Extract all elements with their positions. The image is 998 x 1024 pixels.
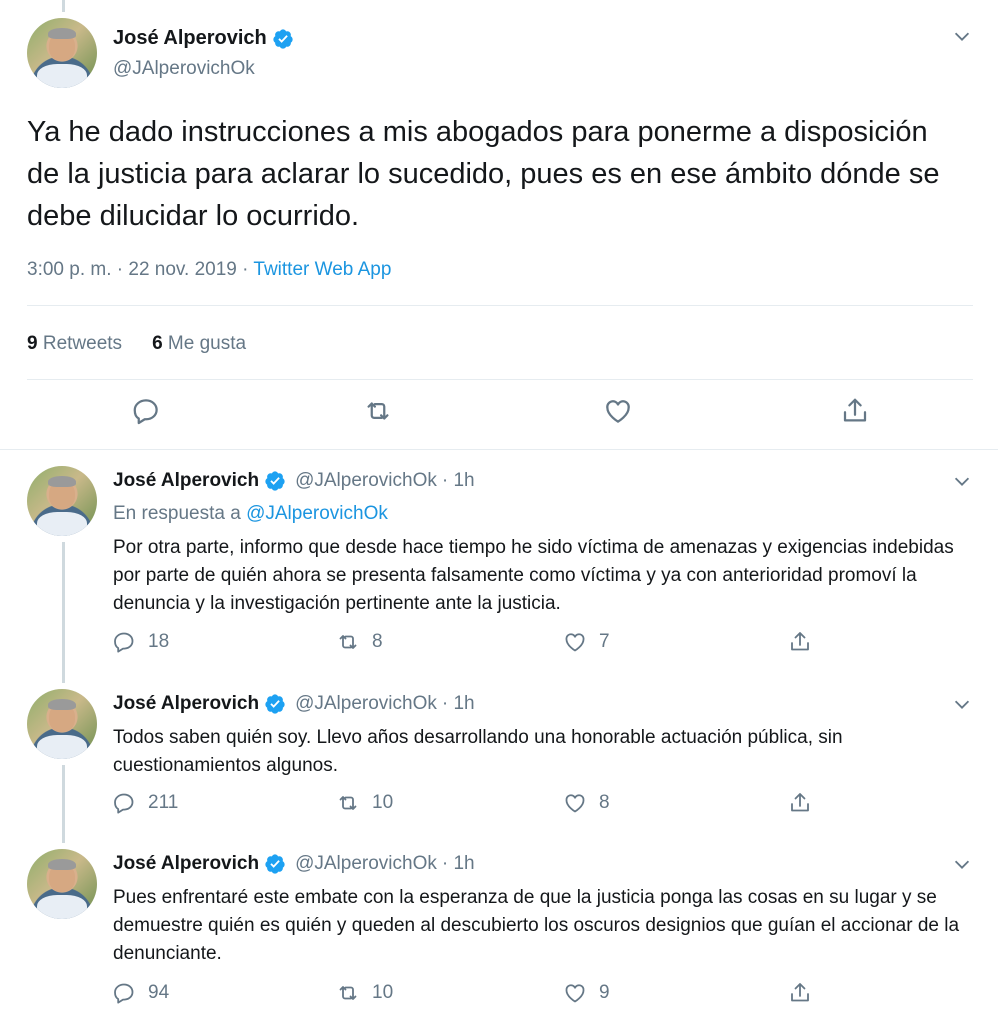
tweet-text: Pues enfrentaré este embate con la esper… [113, 887, 960, 964]
retweet-icon [336, 791, 360, 815]
chevron-down-icon[interactable] [951, 853, 973, 875]
likes-stat[interactable]: 6 Me gusta [152, 333, 246, 355]
share-action[interactable] [788, 630, 812, 654]
reply-header: José Alperovich @JAlperovichOk · 1h [113, 853, 475, 875]
avatar[interactable] [27, 18, 97, 88]
heart-icon [563, 981, 587, 1005]
avatar[interactable] [27, 689, 97, 759]
like-action[interactable]: 9 [563, 981, 610, 1005]
like-count: 9 [599, 982, 610, 1003]
retweet-action[interactable]: 8 [336, 630, 383, 654]
author-handle[interactable]: @JAlperovichOk [113, 58, 255, 80]
reply-tweet: José Alperovich @JAlperovichOk · 1h En r… [0, 450, 998, 683]
retweet-icon [336, 630, 360, 654]
verified-badge-icon [264, 693, 286, 715]
likes-count: 6 [152, 333, 163, 354]
chevron-down-icon[interactable] [951, 25, 973, 47]
verified-badge-icon [264, 470, 286, 492]
heart-icon [563, 630, 587, 654]
author-handle[interactable]: @JAlperovichOk [295, 470, 437, 492]
share-icon [788, 630, 812, 654]
likes-label: Me gusta [167, 333, 247, 354]
author-name[interactable]: José Alperovich [113, 470, 259, 492]
retweet-action[interactable]: 10 [336, 981, 393, 1005]
reply-icon[interactable] [131, 396, 161, 426]
reply-header: José Alperovich @JAlperovichOk · 1h [113, 470, 475, 492]
author-handle[interactable]: @JAlperovichOk [295, 853, 437, 875]
share-icon [788, 981, 812, 1005]
share-icon [788, 791, 812, 815]
author-name[interactable]: José Alperovich [113, 853, 259, 875]
retweet-action[interactable]: 10 [336, 791, 393, 815]
in-reply-prefix: En respuesta a [113, 503, 241, 524]
tweet-age[interactable]: · 1h [442, 693, 475, 715]
tweet-date[interactable]: 22 nov. 2019 [128, 259, 236, 280]
tweet-actions: 18 8 7 [0, 630, 998, 660]
retweets-count: 9 [27, 333, 38, 354]
tweet-text: Ya he dado instrucciones a mis abogados … [27, 116, 940, 232]
avatar[interactable] [27, 849, 97, 919]
author-handle[interactable]: @JAlperovichOk [295, 693, 437, 715]
reply-header: José Alperovich @JAlperovichOk · 1h [113, 693, 475, 715]
reply-action[interactable]: 18 [112, 630, 169, 654]
like-count: 8 [599, 792, 610, 813]
retweet-count: 8 [372, 631, 383, 652]
tweet-actions: 211 10 8 [0, 791, 998, 821]
tweet-actions [0, 396, 998, 436]
heart-icon[interactable] [603, 396, 633, 426]
reply-icon [112, 791, 136, 815]
tweet-age[interactable]: · 1h [442, 853, 475, 875]
thread-line [62, 542, 65, 683]
retweet-count: 10 [372, 792, 394, 813]
like-action[interactable]: 7 [563, 630, 610, 654]
verified-badge-icon [272, 28, 294, 50]
reply-action[interactable]: 94 [112, 981, 169, 1005]
like-action[interactable]: 8 [563, 791, 610, 815]
like-count: 7 [599, 631, 610, 652]
in-reply-handle-link[interactable]: @JAlperovichOk [246, 503, 388, 524]
tweet-text: Por otra parte, informo que desde hace t… [113, 537, 954, 614]
main-tweet: José Alperovich @JAlperovichOk Ya he dad… [0, 0, 998, 450]
tweet-stats: 9 Retweets 6 Me gusta [27, 333, 246, 355]
reply-count: 94 [148, 982, 170, 1003]
chevron-down-icon[interactable] [951, 693, 973, 715]
reply-count: 18 [148, 631, 170, 652]
tweet-text: Todos saben quién soy. Llevo años desarr… [113, 727, 843, 776]
reply-action[interactable]: 211 [112, 791, 178, 815]
retweet-icon [336, 981, 360, 1005]
share-action[interactable] [788, 791, 812, 815]
meta-separator: · [242, 259, 249, 280]
reply-count: 211 [148, 792, 179, 813]
tweet-time[interactable]: 3:00 p. m. [27, 259, 112, 280]
share-icon[interactable] [840, 396, 870, 426]
divider [27, 379, 973, 380]
retweets-stat[interactable]: 9 Retweets [27, 333, 122, 355]
retweet-count: 10 [372, 982, 394, 1003]
heart-icon [563, 791, 587, 815]
reply-tweet: José Alperovich @JAlperovichOk · 1h Todo… [0, 675, 998, 843]
in-reply-to: En respuesta a @JAlperovichOk [113, 503, 388, 525]
reply-icon [112, 981, 136, 1005]
avatar[interactable] [27, 466, 97, 536]
retweet-icon[interactable] [363, 396, 393, 426]
reply-tweet: José Alperovich @JAlperovichOk · 1h Pues… [0, 835, 998, 1024]
meta-separator: · [116, 259, 124, 280]
tweet-age[interactable]: · 1h [442, 470, 475, 492]
retweets-label: Retweets [42, 333, 123, 354]
tweet-meta: 3:00 p. m. · 22 nov. 2019 · Twitter Web … [27, 259, 391, 281]
author-name[interactable]: José Alperovich [113, 27, 267, 50]
tweet-source-link[interactable]: Twitter Web App [253, 259, 391, 280]
divider [27, 305, 973, 306]
verified-badge-icon [264, 853, 286, 875]
author-name[interactable]: José Alperovich [113, 693, 259, 715]
share-action[interactable] [788, 981, 812, 1005]
chevron-down-icon[interactable] [951, 470, 973, 492]
author-name-row[interactable]: José Alperovich [113, 27, 294, 50]
reply-icon [112, 630, 136, 654]
tweet-actions: 94 10 9 [0, 981, 998, 1011]
